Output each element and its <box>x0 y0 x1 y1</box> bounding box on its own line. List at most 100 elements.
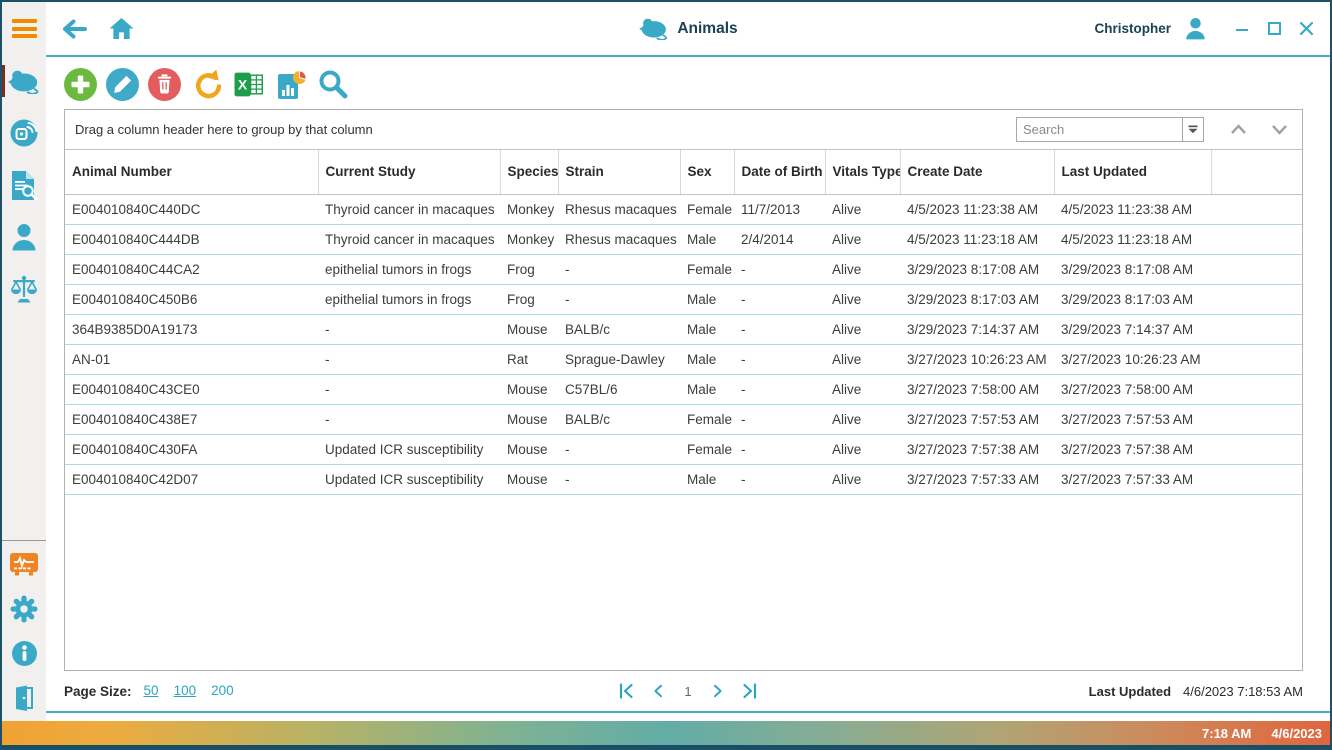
hamburger-menu-button[interactable] <box>2 2 46 55</box>
home-button[interactable] <box>109 17 134 40</box>
close-icon <box>1299 21 1314 36</box>
table-row[interactable]: E004010840C438E7-MouseBALB/cFemale-Alive… <box>65 405 1302 435</box>
table-cell: E004010840C440DC <box>65 195 318 225</box>
table-cell: - <box>558 255 680 285</box>
table-cell: 3/27/2023 7:57:38 AM <box>1054 435 1211 465</box>
column-header-animal-number[interactable]: Animal Number <box>65 150 318 194</box>
search-button[interactable] <box>316 68 349 101</box>
page-size-100[interactable]: 100 <box>174 683 197 698</box>
table-cell: Male <box>680 375 734 405</box>
sidebar-item-measurements[interactable] <box>2 263 46 315</box>
sidebar-item-users[interactable] <box>2 211 46 263</box>
last-page-button[interactable] <box>741 683 758 699</box>
table-cell: Male <box>680 465 734 495</box>
table-cell-empty <box>1211 285 1302 315</box>
undo-arrow-icon <box>191 69 222 100</box>
undo-button[interactable] <box>190 68 223 101</box>
table-cell: Updated ICR susceptibility <box>318 435 500 465</box>
table-cell: - <box>318 345 500 375</box>
table-cell: Mouse <box>500 315 558 345</box>
previous-page-button[interactable] <box>651 683 665 699</box>
search-options-button[interactable] <box>1182 118 1203 141</box>
table-cell: E004010840C42D07 <box>65 465 318 495</box>
add-button[interactable] <box>64 68 97 101</box>
search-prev-button[interactable] <box>1230 124 1247 135</box>
column-header-create-date[interactable]: Create Date <box>900 150 1054 194</box>
table-cell: 3/27/2023 7:57:33 AM <box>900 465 1054 495</box>
table-cell: Mouse <box>500 405 558 435</box>
group-by-bar[interactable]: Drag a column header here to group by th… <box>65 110 1302 150</box>
table-cell: Monkey <box>500 195 558 225</box>
table-cell: Female <box>680 405 734 435</box>
table-cell: 3/29/2023 8:17:08 AM <box>900 255 1054 285</box>
table-cell: Alive <box>825 255 900 285</box>
sidebar-item-vitals-monitor[interactable] <box>2 541 46 586</box>
table-cell: C57BL/6 <box>558 375 680 405</box>
reports-button[interactable] <box>274 68 307 101</box>
table-row[interactable]: E004010840C440DCThyroid cancer in macaqu… <box>65 195 1302 225</box>
data-grid: Drag a column header here to group by th… <box>64 109 1303 671</box>
search-input[interactable] <box>1017 118 1182 141</box>
vitals-monitor-icon <box>9 551 39 577</box>
sidebar-item-records[interactable] <box>2 159 46 211</box>
column-header-species[interactable]: Species <box>500 150 558 194</box>
table-cell: Alive <box>825 345 900 375</box>
trash-icon <box>155 74 174 95</box>
sidebar-item-animals[interactable] <box>2 55 46 107</box>
page-size-label: Page Size: <box>64 684 132 699</box>
table-cell-empty <box>1211 225 1302 255</box>
column-header-date-of-birth[interactable]: Date of Birth <box>734 150 825 194</box>
column-header-current-study[interactable]: Current Study <box>318 150 500 194</box>
column-header-last-updated[interactable]: Last Updated <box>1054 150 1211 194</box>
table-cell: 364B9385D0A19173 <box>65 315 318 345</box>
sidebar-item-exit[interactable] <box>2 676 46 721</box>
table-cell: - <box>558 465 680 495</box>
table-cell: Male <box>680 345 734 375</box>
grid-footer: Page Size: 50 100 200 <box>46 671 1330 711</box>
table-cell: 3/27/2023 7:57:53 AM <box>1054 405 1211 435</box>
table-header-row: Animal NumberCurrent StudySpeciesStrainS… <box>65 150 1302 194</box>
table-row[interactable]: E004010840C444DBThyroid cancer in macaqu… <box>65 225 1302 255</box>
table-row[interactable]: 364B9385D0A19173-MouseBALB/cMale-Alive3/… <box>65 315 1302 345</box>
sidebar <box>2 2 46 721</box>
last-updated-label: Last Updated <box>1089 684 1171 699</box>
first-page-button[interactable] <box>618 683 635 699</box>
table-row[interactable]: E004010840C44CA2epithelial tumors in fro… <box>65 255 1302 285</box>
column-header-sex[interactable]: Sex <box>680 150 734 194</box>
page-size-200[interactable]: 200 <box>211 683 234 698</box>
table-row[interactable]: E004010840C43CE0-MouseC57BL/6Male-Alive3… <box>65 375 1302 405</box>
user-menu-button[interactable] <box>1185 17 1206 40</box>
back-button[interactable] <box>60 18 87 40</box>
rfid-scanner-icon <box>9 118 39 148</box>
maximize-button[interactable] <box>1264 19 1284 39</box>
column-header-strain[interactable]: Strain <box>558 150 680 194</box>
delete-button[interactable] <box>148 68 181 101</box>
table-row[interactable]: AN-01-RatSprague-DawleyMale-Alive3/27/20… <box>65 345 1302 375</box>
sidebar-item-rfid[interactable] <box>2 107 46 159</box>
next-page-button[interactable] <box>711 683 725 699</box>
statusbar-time: 7:18 AM <box>1202 726 1251 741</box>
close-button[interactable] <box>1296 19 1316 39</box>
table-row[interactable]: E004010840C430FAUpdated ICR susceptibili… <box>65 435 1302 465</box>
table-cell: Alive <box>825 285 900 315</box>
table-cell: Frog <box>500 255 558 285</box>
edit-button[interactable] <box>106 68 139 101</box>
table-cell: - <box>734 405 825 435</box>
current-page-number: 1 <box>681 684 695 699</box>
table-cell-empty <box>1211 345 1302 375</box>
export-excel-button[interactable]: X <box>232 68 265 101</box>
search-next-button[interactable] <box>1271 124 1288 135</box>
sidebar-item-about[interactable] <box>2 631 46 676</box>
table-cell: Alive <box>825 195 900 225</box>
table-cell: Monkey <box>500 225 558 255</box>
table-row[interactable]: E004010840C42D07Updated ICR susceptibili… <box>65 465 1302 495</box>
page-size-50[interactable]: 50 <box>144 683 159 698</box>
minimize-button[interactable] <box>1232 19 1252 39</box>
last-page-icon <box>741 683 758 699</box>
column-header-vitals-type[interactable]: Vitals Type <box>825 150 900 194</box>
table-cell-empty <box>1211 465 1302 495</box>
table-row[interactable]: E004010840C450B6epithelial tumors in fro… <box>65 285 1302 315</box>
sidebar-item-settings[interactable] <box>2 586 46 631</box>
titlebar: Animals Christopher <box>46 2 1330 55</box>
table-cell: 4/5/2023 11:23:18 AM <box>1054 225 1211 255</box>
